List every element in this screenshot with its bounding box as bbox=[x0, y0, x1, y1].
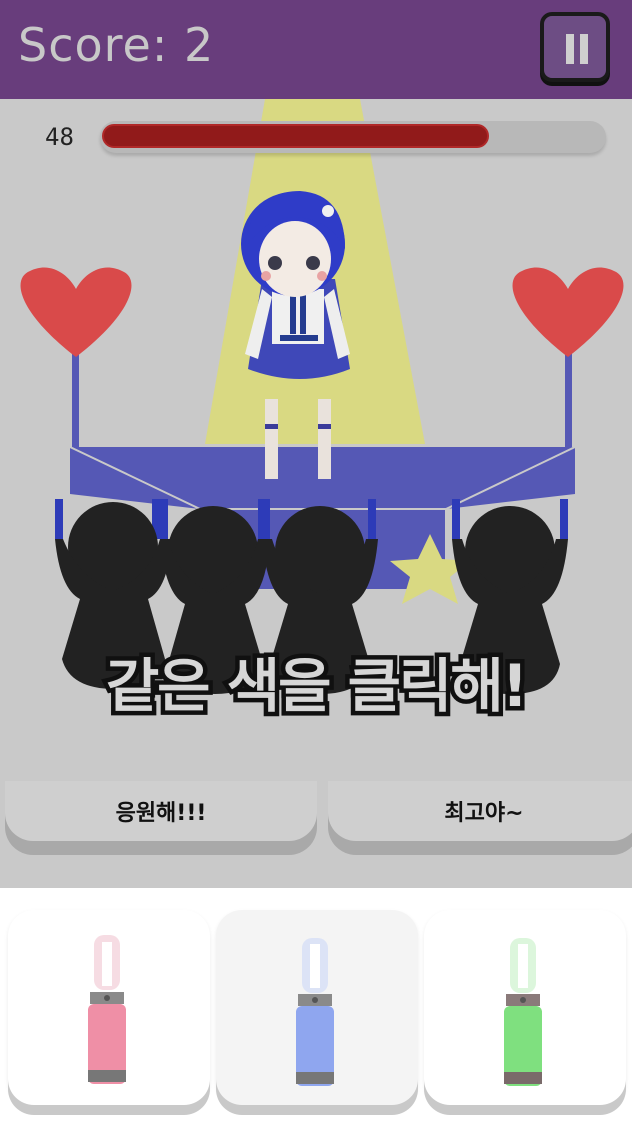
lightstick-pink-icon bbox=[88, 935, 126, 1084]
lightstick-card-blue[interactable] bbox=[216, 910, 418, 1105]
game-stage: 48 같은 색을 클릭해! 응원해!!! 최고야~ bbox=[0, 99, 632, 888]
instruction-text: 같은 색을 클릭해! bbox=[101, 648, 532, 725]
timer-value: 48 bbox=[45, 123, 74, 151]
option-button-label: 최고야~ bbox=[328, 781, 632, 841]
concert-scene bbox=[20, 99, 624, 694]
lightstick-card-green[interactable] bbox=[424, 910, 626, 1105]
option-button-best[interactable]: 최고야~ bbox=[328, 781, 632, 861]
hairpin-icon bbox=[322, 205, 334, 217]
heart-balloon-left-icon bbox=[20, 267, 132, 454]
heart-balloon-right-icon bbox=[512, 267, 624, 454]
timer-bar bbox=[100, 121, 606, 153]
option-button-label: 응원해!!! bbox=[5, 781, 317, 841]
option-button-cheer[interactable]: 응원해!!! bbox=[5, 781, 317, 861]
timer-bar-fill bbox=[102, 124, 489, 148]
pause-button[interactable] bbox=[540, 12, 610, 82]
score-text: Score: 2 bbox=[18, 18, 215, 72]
lightstick-card-pink[interactable] bbox=[8, 910, 210, 1105]
top-bar: Score: 2 bbox=[0, 0, 632, 99]
lightstick-blue-icon bbox=[296, 938, 334, 1086]
lightstick-green-icon bbox=[504, 938, 542, 1086]
lightstick-selector bbox=[0, 888, 632, 1125]
